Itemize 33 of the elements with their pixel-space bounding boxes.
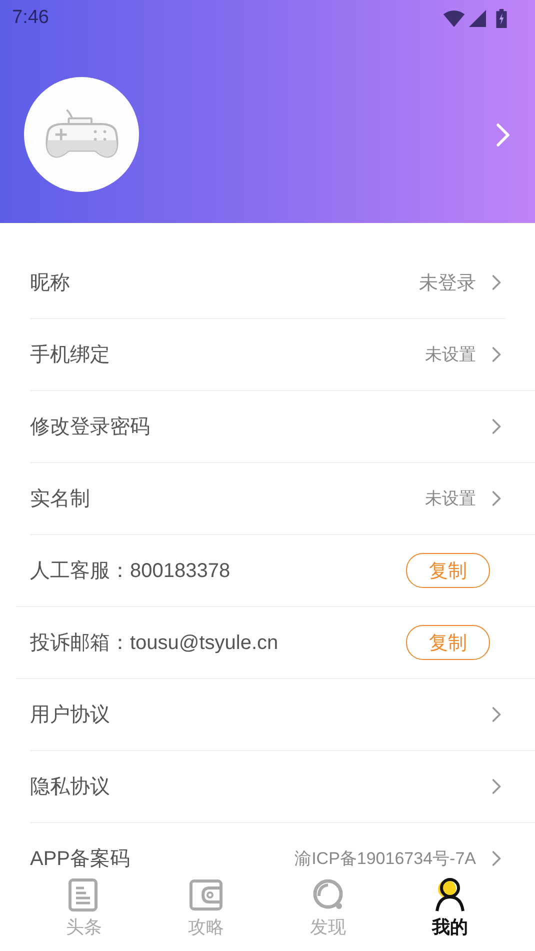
row-value: 未设置 xyxy=(425,488,476,510)
row-value: 未登录 xyxy=(419,272,476,296)
signal-icon xyxy=(469,10,486,26)
row-label: 昵称 xyxy=(30,271,71,296)
row-label: 人工客服：800183378 xyxy=(30,559,232,584)
row-value: 未设置 xyxy=(425,344,476,366)
row-label: APP备案码 xyxy=(30,847,132,872)
row-label: 手机绑定 xyxy=(30,343,111,368)
wallet-icon xyxy=(189,878,223,913)
settings-row[interactable]: 实名制 未设置 xyxy=(30,463,535,535)
row-label: 隐私协议 xyxy=(30,775,111,800)
row-label: 用户协议 xyxy=(30,703,111,728)
battery-icon xyxy=(496,8,507,28)
settings-row[interactable]: 手机绑定 未设置 xyxy=(30,319,535,391)
status-time: 7:46 xyxy=(12,7,49,29)
chevron-right-icon xyxy=(490,273,503,292)
chevron-right-icon xyxy=(490,777,503,796)
chevron-right-icon xyxy=(490,705,503,724)
row-label: 实名制 xyxy=(30,487,91,512)
settings-row[interactable]: 修改登录密码 xyxy=(30,391,535,463)
settings-row[interactable]: 昵称 未登录 xyxy=(30,247,505,319)
row-value: 渝ICP备19016734号-7A xyxy=(294,848,476,870)
settings-row[interactable]: 用户协议 xyxy=(30,679,535,751)
row-label: 修改登录密码 xyxy=(30,415,151,440)
row-label: 投诉邮箱：tousu@tsyule.cn xyxy=(30,631,280,656)
wifi-icon xyxy=(443,10,465,26)
chevron-right-icon xyxy=(490,417,503,436)
chevron-right-icon xyxy=(490,489,503,508)
chevron-right-icon xyxy=(490,345,503,364)
chevron-right-icon xyxy=(490,849,503,868)
settings-row[interactable]: 隐私协议 xyxy=(30,751,535,823)
person-icon xyxy=(433,878,467,913)
nav-tab[interactable]: 我的 xyxy=(389,876,511,951)
